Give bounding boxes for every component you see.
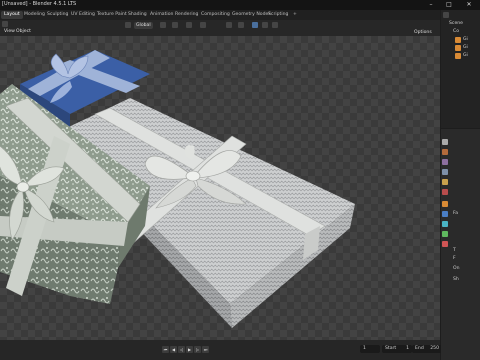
physics-icon[interactable] (442, 221, 448, 227)
maximize-button[interactable]: □ (442, 0, 456, 10)
play-icon[interactable]: ▶ (186, 346, 193, 353)
start-value: 1 (406, 346, 409, 351)
options-dropdown[interactable]: Options (412, 29, 434, 36)
modifier-icon[interactable] (442, 211, 448, 217)
end-frame-field[interactable]: End 250 (412, 345, 442, 353)
title-bar: [Unsaved] - Blender 4.5.1 LTS – □ ✕ (0, 0, 480, 10)
outliner-row-scene[interactable]: Scene (449, 20, 463, 27)
tab-layout[interactable]: Layout (1, 11, 23, 19)
editor-type-icon[interactable] (2, 21, 8, 27)
props-label-1: Fa (453, 211, 459, 216)
menu-object[interactable]: Object (14, 28, 33, 35)
orientation-icon (125, 22, 131, 28)
view-layer-icon[interactable] (442, 169, 448, 175)
play-reverse-icon[interactable]: ◁ (178, 346, 185, 353)
properties-panel: Fa T F On Sh (441, 129, 480, 360)
scene-icon[interactable] (442, 179, 448, 185)
workspace-tabs: Layout Modeling Sculpting UV Editing Tex… (0, 10, 440, 20)
start-label: Start (385, 346, 397, 351)
render-icon[interactable] (442, 149, 448, 155)
outliner-row-gift-1[interactable]: Gi (463, 36, 468, 43)
material-icon[interactable] (442, 241, 448, 247)
props-label-4: On (453, 266, 460, 271)
props-label-2: T (453, 248, 456, 253)
next-keyframe-icon[interactable]: ▷ (194, 346, 201, 353)
jump-end-icon[interactable]: ⏭ (202, 346, 209, 353)
outliner-panel: Scene Co Gi Gi Gi (441, 10, 480, 128)
start-frame-field[interactable]: Start 1 (382, 345, 412, 353)
tab-shading[interactable]: Shading (125, 11, 150, 19)
outliner-row-gift-3[interactable]: Gi (463, 52, 468, 59)
output-icon[interactable] (442, 159, 448, 165)
jump-start-icon[interactable]: ⏮ (162, 346, 169, 353)
solid-shading-icon[interactable] (252, 22, 258, 28)
prev-keyframe-icon[interactable]: ◀ (170, 346, 177, 353)
props-label-3: F (453, 256, 456, 261)
tab-compositing[interactable]: Compositing (198, 11, 233, 19)
close-button[interactable]: ✕ (462, 0, 476, 10)
object-icon (455, 37, 461, 43)
outliner-row-gift-2[interactable]: Gi (463, 44, 468, 51)
material-shading-icon[interactable] (262, 22, 268, 28)
object-icon (455, 53, 461, 59)
props-label-5: Sh (453, 277, 459, 282)
3d-viewport[interactable] (0, 36, 440, 340)
visibility-icon[interactable] (226, 22, 232, 28)
transform-orientation-dropdown[interactable]: Global (134, 22, 153, 29)
falloff-icon[interactable] (200, 22, 206, 28)
world-icon[interactable] (442, 189, 448, 195)
pivot-icon[interactable] (160, 22, 166, 28)
minimize-button[interactable]: – (424, 0, 438, 10)
proportional-edit-icon[interactable] (186, 22, 192, 28)
outliner-row-collection[interactable]: Co (453, 28, 459, 35)
tool-icon[interactable] (442, 139, 448, 145)
object-icon (455, 45, 461, 51)
timeline: ⏮ ◀ ◁ ▶ ▷ ⏭ 1 Start 1 End 250 (0, 340, 442, 360)
add-workspace-button[interactable]: + (290, 11, 300, 19)
tab-scripting[interactable]: Scripting (265, 11, 291, 19)
viewport-header: View Object Global Options (0, 20, 440, 36)
data-icon[interactable] (442, 231, 448, 237)
render-shading-icon[interactable] (272, 22, 278, 28)
viewport-scene (0, 36, 440, 340)
search-icon[interactable] (443, 12, 449, 18)
end-value: 250 (430, 346, 439, 351)
snap-icon[interactable] (172, 22, 178, 28)
end-label: End (415, 346, 424, 351)
object-properties-icon[interactable] (442, 201, 448, 207)
current-frame-field[interactable]: 1 (360, 345, 380, 353)
overlay-icon[interactable] (238, 22, 244, 28)
window-title: [Unsaved] - Blender 4.5.1 LTS (2, 1, 77, 7)
